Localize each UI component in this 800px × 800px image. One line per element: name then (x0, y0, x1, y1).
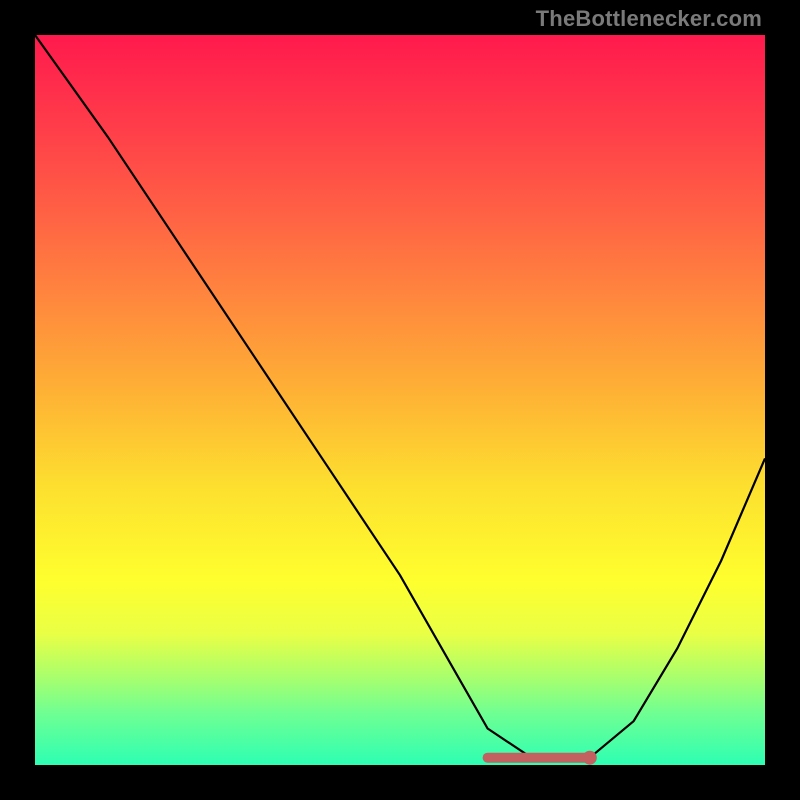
attribution-text: TheBottlenecker.com (536, 6, 762, 32)
plot-gradient-background (35, 35, 765, 765)
chart-container: TheBottlenecker.com (0, 0, 800, 800)
